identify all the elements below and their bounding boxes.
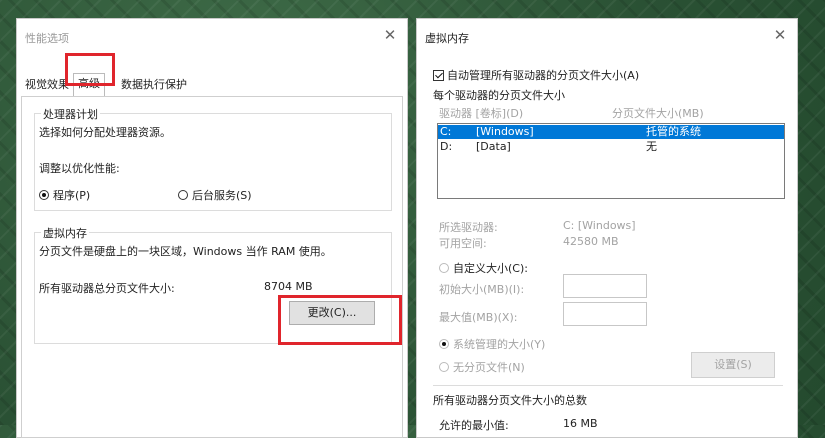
radio-custom-icon bbox=[439, 263, 449, 273]
title-bar: 性能选项 ✕ bbox=[17, 19, 407, 53]
no-paging-label: 无分页文件(N) bbox=[453, 361, 525, 374]
radio-no-paging[interactable]: 无分页文件(N) bbox=[439, 359, 525, 375]
tab-dep[interactable]: 数据执行保护 bbox=[117, 75, 191, 95]
title-bar: 虚拟内存 ✕ bbox=[417, 19, 797, 53]
free-space-label: 可用空间: bbox=[439, 237, 487, 250]
radio-programs-label: 程序(P) bbox=[53, 189, 91, 202]
adjust-label: 调整以优化性能: bbox=[39, 162, 120, 175]
total-paging-label: 所有驱动器总分页文件大小: bbox=[39, 282, 175, 295]
close-icon[interactable]: ✕ bbox=[381, 26, 399, 44]
radio-background-icon bbox=[178, 190, 188, 200]
radio-no-paging-icon bbox=[439, 362, 449, 372]
initial-size-label: 初始大小(MB)(I): bbox=[439, 283, 525, 296]
total-paging-value: 8704 MB bbox=[264, 280, 313, 293]
auto-manage-label: 自动管理所有驱动器的分页文件大小(A) bbox=[447, 69, 640, 82]
max-size-label: 最大值(MB)(X): bbox=[439, 311, 518, 324]
free-space-value: 42580 MB bbox=[563, 235, 619, 248]
max-size-input[interactable] bbox=[563, 302, 647, 326]
radio-system-managed[interactable]: 系统管理的大小(Y) bbox=[439, 336, 545, 352]
total-title: 所有驱动器分页文件大小的总数 bbox=[433, 394, 587, 407]
group-title-processor: 处理器计划 bbox=[41, 106, 100, 122]
initial-size-input[interactable] bbox=[563, 274, 647, 298]
drive-size: 无 bbox=[646, 140, 657, 153]
drive-label: [Data] bbox=[476, 140, 511, 153]
radio-programs[interactable]: 程序(P) bbox=[39, 187, 90, 203]
auto-manage-checkbox[interactable]: 自动管理所有驱动器的分页文件大小(A) bbox=[433, 67, 639, 83]
system-managed-label: 系统管理的大小(Y) bbox=[453, 338, 546, 351]
processor-scheduling-group: 处理器计划 选择如何分配处理器资源。 调整以优化性能: 程序(P) 后台服务(S… bbox=[34, 106, 392, 211]
virtual-memory-description: 分页文件是硬盘上的一块区域，Windows 当作 RAM 使用。 bbox=[39, 245, 332, 258]
column-drive: 驱动器 [卷标](D) bbox=[439, 107, 524, 120]
column-size: 分页文件大小(MB) bbox=[612, 107, 704, 120]
separator bbox=[433, 385, 783, 386]
radio-programs-icon bbox=[39, 190, 49, 200]
custom-size-label: 自定义大小(C): bbox=[453, 262, 528, 275]
radio-system-managed-icon bbox=[439, 339, 449, 349]
close-icon[interactable]: ✕ bbox=[771, 26, 789, 44]
radio-background-services[interactable]: 后台服务(S) bbox=[178, 187, 252, 203]
radio-custom-size[interactable]: 自定义大小(C): bbox=[439, 260, 528, 276]
min-allowed-label: 允许的最小值: bbox=[439, 419, 509, 432]
radio-background-label: 后台服务(S) bbox=[192, 189, 252, 202]
drive-letter: D: bbox=[440, 140, 453, 153]
drive-label: [Windows] bbox=[476, 125, 534, 138]
min-allowed-value: 16 MB bbox=[563, 417, 598, 430]
highlight-box-change-button bbox=[278, 295, 402, 345]
virtual-memory-window: 虚拟内存 ✕ 自动管理所有驱动器的分页文件大小(A) 每个驱动器的分页文件大小 … bbox=[416, 18, 798, 438]
checkbox-checked-icon bbox=[433, 70, 444, 81]
processor-description: 选择如何分配处理器资源。 bbox=[39, 126, 171, 139]
window-title: 虚拟内存 bbox=[425, 32, 469, 45]
drive-size: 托管的系统 bbox=[646, 125, 701, 138]
advanced-tab-panel: 处理器计划 选择如何分配处理器资源。 调整以优化性能: 程序(P) 后台服务(S… bbox=[21, 96, 403, 438]
group-title-virtual-memory: 虚拟内存 bbox=[41, 225, 89, 241]
performance-options-window: 性能选项 ✕ 视觉效果 高级 数据执行保护 处理器计划 选择如何分配处理器资源。… bbox=[16, 18, 408, 438]
drive-row-c[interactable]: C: [Windows] 托管的系统 bbox=[438, 125, 784, 139]
highlight-box-advanced-tab bbox=[65, 53, 115, 86]
per-drive-title: 每个驱动器的分页文件大小 bbox=[433, 89, 565, 102]
drive-list[interactable]: C: [Windows] 托管的系统 D: [Data] 无 bbox=[437, 123, 785, 199]
selected-drive-value: C: [Windows] bbox=[563, 219, 636, 232]
drive-letter: C: bbox=[440, 125, 452, 138]
drive-row-d[interactable]: D: [Data] 无 bbox=[438, 140, 784, 154]
set-button[interactable]: 设置(S) bbox=[691, 352, 775, 378]
window-title: 性能选项 bbox=[25, 32, 69, 45]
selected-drive-label: 所选驱动器: bbox=[439, 221, 498, 234]
